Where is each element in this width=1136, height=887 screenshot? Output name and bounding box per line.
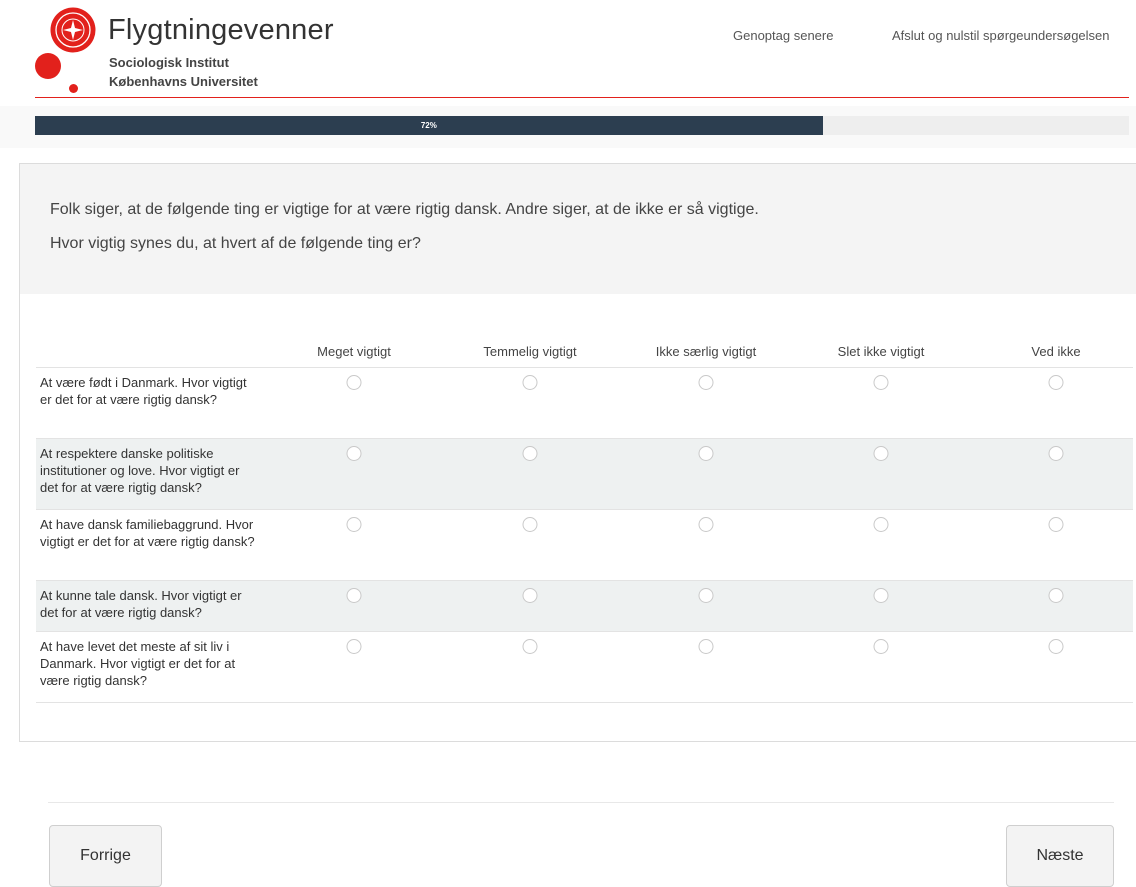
question-prompt: Hvor vigtig synes du, at hvert af de føl… xyxy=(50,235,421,252)
column-header: Slet ikke vigtigt xyxy=(837,344,925,359)
matrix-row: At respektere danske politiske instituti… xyxy=(36,439,1133,510)
radio-empty-icon[interactable] xyxy=(346,588,362,603)
question-intro: Folk siger, at de følgende ting er vigti… xyxy=(50,201,759,218)
header-divider xyxy=(35,97,1129,98)
radio-empty-icon[interactable] xyxy=(873,375,889,390)
row-label: At kunne tale dansk. Hvor vigtigt er det… xyxy=(40,588,242,620)
answer-matrix: Meget vigtigt Temmelig vigtigt Ikke særlig… xyxy=(36,329,1133,703)
next-button[interactable]: Næste xyxy=(1006,825,1114,887)
radio-empty-icon[interactable] xyxy=(522,517,538,532)
matrix-row: At have dansk familiebaggrund. Hvor vigt… xyxy=(36,510,1133,581)
radio-empty-icon[interactable] xyxy=(522,375,538,390)
brand-title: Flygtningevenner xyxy=(108,14,334,46)
exit-reset-link[interactable]: Afslut og nulstil spørgeundersøgelsen xyxy=(892,28,1110,43)
row-label: At have dansk familiebaggrund. Hvor vigt… xyxy=(40,517,255,549)
radio-empty-icon[interactable] xyxy=(1048,639,1064,654)
radio-empty-icon[interactable] xyxy=(346,375,362,390)
university-seal-icon xyxy=(50,7,96,53)
resume-later-link[interactable]: Genoptag senere xyxy=(733,28,833,43)
radio-empty-icon[interactable] xyxy=(346,446,362,461)
logo-dot-large xyxy=(35,53,61,79)
previous-button[interactable]: Forrige xyxy=(49,825,162,887)
radio-empty-icon[interactable] xyxy=(522,588,538,603)
radio-empty-icon[interactable] xyxy=(1048,446,1064,461)
radio-empty-icon[interactable] xyxy=(522,639,538,654)
radio-empty-icon[interactable] xyxy=(698,639,714,654)
radio-empty-icon[interactable] xyxy=(698,375,714,390)
column-header: Temmelig vigtigt xyxy=(483,344,577,359)
row-label: At være født i Danmark. Hvor vigtigt er … xyxy=(40,375,247,407)
radio-empty-icon[interactable] xyxy=(346,639,362,654)
radio-empty-icon[interactable] xyxy=(873,517,889,532)
question-card: Folk siger, at de følgende ting er vigti… xyxy=(19,163,1136,742)
progress-bar: 72% xyxy=(35,116,1129,135)
radio-empty-icon[interactable] xyxy=(698,588,714,603)
matrix-header-row: Meget vigtigt Temmelig vigtigt Ikke særlig… xyxy=(36,329,1133,368)
column-header: Meget vigtigt xyxy=(317,344,391,359)
column-header: Ikke særlig vigtigt xyxy=(655,344,757,359)
matrix-row: At være født i Danmark. Hvor vigtigt er … xyxy=(36,368,1133,439)
radio-empty-icon[interactable] xyxy=(873,588,889,603)
radio-empty-icon[interactable] xyxy=(698,517,714,532)
row-label: At respektere danske politiske instituti… xyxy=(40,446,240,495)
logo-dot-small xyxy=(69,84,78,93)
matrix-row: At kunne tale dansk. Hvor vigtigt er det… xyxy=(36,581,1133,632)
radio-empty-icon[interactable] xyxy=(873,639,889,654)
radio-empty-icon[interactable] xyxy=(698,446,714,461)
radio-empty-icon[interactable] xyxy=(1048,588,1064,603)
column-header: Ved ikke xyxy=(1031,344,1081,359)
radio-empty-icon[interactable] xyxy=(1048,375,1064,390)
page-header: Flygtningevenner Sociologisk Institut Kø… xyxy=(0,0,1136,100)
row-label: At have levet det meste af sit liv i Dan… xyxy=(40,639,236,688)
matrix-row: At have levet det meste af sit liv i Dan… xyxy=(36,632,1133,703)
radio-empty-icon[interactable] xyxy=(873,446,889,461)
radio-empty-icon[interactable] xyxy=(346,517,362,532)
progress-label: 72% xyxy=(420,121,437,130)
brand-subtitle-university: Københavns Universitet xyxy=(109,74,258,89)
footer-divider xyxy=(48,802,1114,803)
progress-fill: 72% xyxy=(35,116,823,135)
question-header: Folk siger, at de følgende ting er vigti… xyxy=(20,164,1136,294)
radio-empty-icon[interactable] xyxy=(522,446,538,461)
radio-empty-icon[interactable] xyxy=(1048,517,1064,532)
brand-subtitle-institute: Sociologisk Institut xyxy=(109,55,229,70)
